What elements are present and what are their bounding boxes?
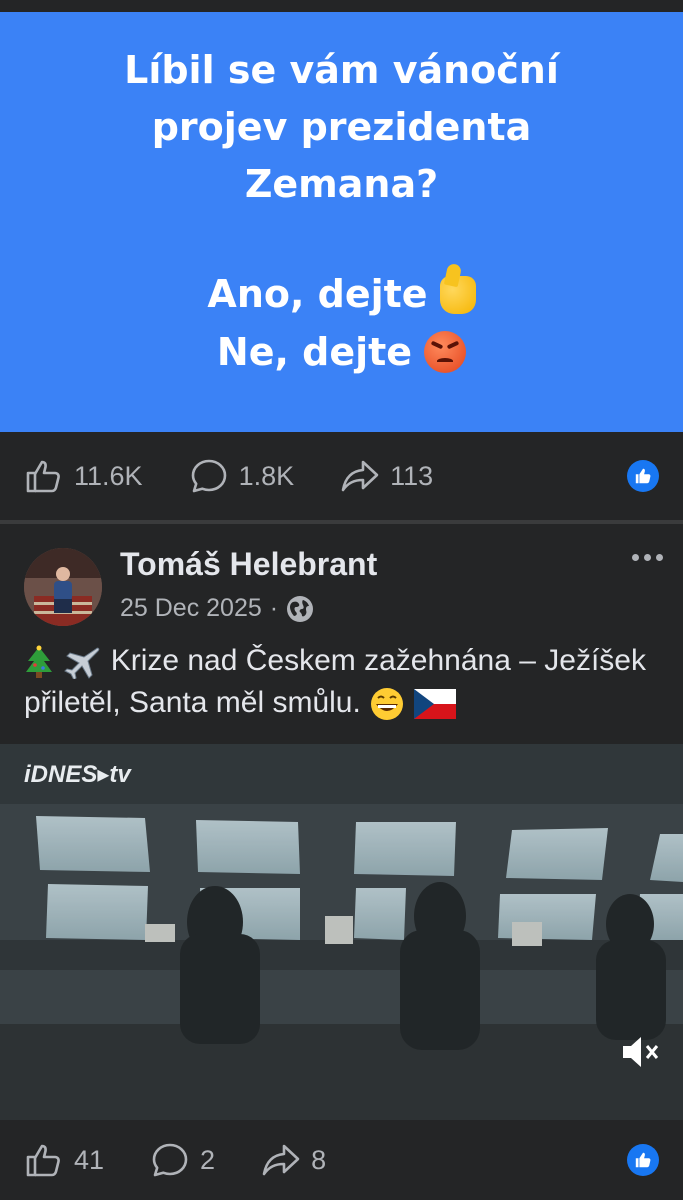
poll-post-action-bar: 11.6K 1.8K 113 — [0, 432, 683, 520]
poll-answers: Ano, dejte Ne, dejte — [207, 265, 476, 381]
mute-icon[interactable] — [621, 1034, 661, 1070]
globe-icon — [287, 595, 314, 622]
video-post-action-bar: 41 2 8 — [0, 1120, 683, 1200]
avatar-image — [24, 548, 102, 626]
comment-icon — [152, 1143, 188, 1177]
post-date[interactable]: 25 Dec 2025 — [120, 594, 262, 623]
poll-post-background: Líbil se vám vánoční projev prezidenta Z… — [0, 12, 683, 432]
share-count: 8 — [311, 1144, 327, 1175]
avatar[interactable] — [24, 548, 102, 626]
video-player[interactable]: iDNES▸tv — [0, 744, 683, 1120]
thumbs-up-icon — [439, 276, 476, 314]
news-feed: Líbil se vám vánoční projev prezidenta Z… — [0, 0, 683, 1200]
like-button[interactable]: 41 — [24, 1140, 104, 1180]
comment-count: 1.8K — [238, 460, 295, 491]
grinning-face-icon — [371, 688, 404, 721]
like-reaction-badge[interactable] — [627, 1144, 659, 1176]
thumbs-up-badge-icon — [635, 1152, 651, 1168]
video-frame — [0, 744, 683, 1120]
thumbs-up-badge-icon — [635, 468, 651, 484]
poll-question: Líbil se vám vánoční projev prezidenta Z… — [124, 48, 559, 206]
comment-button[interactable]: 1.8K — [189, 456, 295, 496]
czech-flag-icon — [413, 689, 456, 720]
meta-separator: · — [269, 594, 279, 622]
author-name[interactable]: Tomáš Helebrant — [120, 546, 377, 583]
answer-no-label: Ne, dejte — [216, 330, 413, 374]
share-count: 113 — [390, 460, 434, 491]
comment-button[interactable]: 2 — [150, 1140, 215, 1180]
video-post: Tomáš Helebrant 25 Dec 2025 · Krize nad … — [0, 524, 683, 1120]
answer-no: Ne, dejte — [207, 323, 475, 381]
more-options-icon[interactable] — [632, 554, 663, 561]
like-icon — [26, 460, 60, 493]
like-count: 41 — [74, 1144, 105, 1175]
video-brand-logo: iDNES▸tv — [24, 761, 131, 788]
share-icon — [341, 460, 379, 492]
post-meta: 25 Dec 2025 · — [120, 594, 314, 623]
top-strip — [0, 0, 683, 12]
like-count: 11.6K — [74, 460, 143, 491]
comment-icon — [191, 459, 226, 493]
share-icon — [262, 1144, 300, 1176]
post-body-text: Krize nad Českem zažehnána – Ježíšek při… — [24, 644, 646, 719]
like-button[interactable]: 11.6K — [24, 456, 143, 496]
share-button[interactable]: 113 — [340, 456, 433, 496]
airplane-icon — [64, 647, 100, 680]
christmas-tree-icon — [26, 645, 52, 679]
answer-yes-label: Ano, dejte — [207, 272, 428, 316]
comment-count: 2 — [200, 1144, 216, 1175]
post-text: Krize nad Českem zažehnána – Ježíšek při… — [24, 640, 664, 724]
angry-face-icon — [424, 331, 467, 373]
like-reaction-badge[interactable] — [627, 460, 659, 492]
like-icon — [26, 1144, 60, 1177]
share-button[interactable]: 8 — [261, 1140, 326, 1180]
answer-yes: Ano, dejte — [207, 265, 476, 323]
